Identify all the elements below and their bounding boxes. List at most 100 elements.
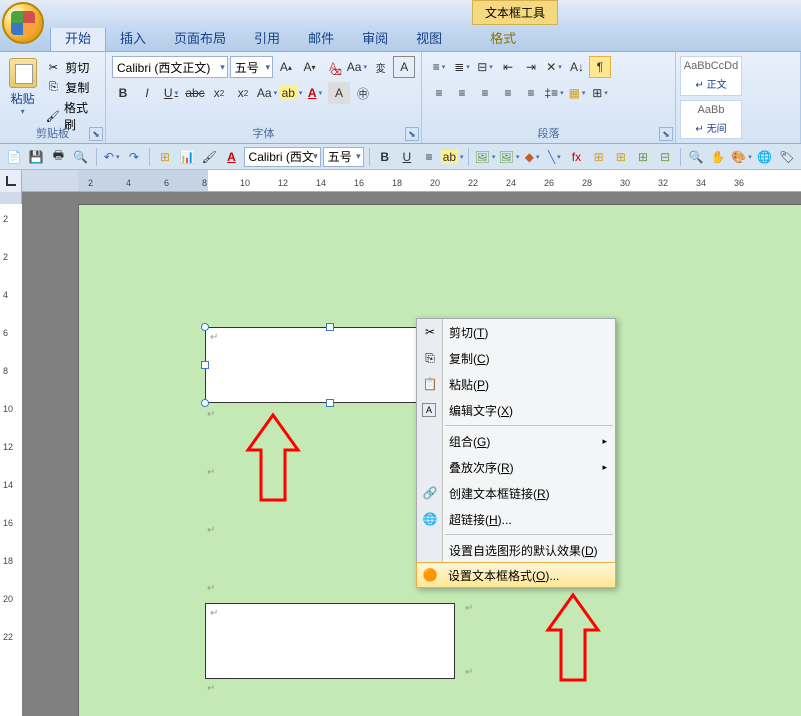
tab-insert[interactable]: 插入 bbox=[106, 24, 160, 51]
tab-mailings[interactable]: 邮件 bbox=[294, 24, 348, 51]
qat-hand-icon[interactable]: ✋ bbox=[708, 146, 728, 168]
cm-create-link[interactable]: 🔗 创建文本框链接(R) bbox=[417, 480, 615, 506]
align-right-button[interactable]: ≡ bbox=[474, 82, 496, 104]
change-case-button[interactable]: Aa bbox=[346, 56, 368, 78]
increase-indent-button[interactable]: ⇥ bbox=[520, 56, 542, 78]
qat-grid-4[interactable]: ⊟ bbox=[655, 146, 675, 168]
qat-preview-icon[interactable]: 🔍 bbox=[71, 146, 91, 168]
qat-painter-icon[interactable]: 🖌 bbox=[199, 146, 219, 168]
qat-globe-icon[interactable]: 🌐 bbox=[754, 146, 774, 168]
document-scroll[interactable]: ↵ ↵ ↵ ↵ ↵ ↵ ↵ ↵ ↵ bbox=[22, 192, 801, 716]
align-left-button[interactable]: ≡ bbox=[428, 82, 450, 104]
char-border-button[interactable]: A bbox=[393, 56, 415, 78]
tab-view[interactable]: 视图 bbox=[402, 24, 456, 51]
qat-shape[interactable]: ◆ bbox=[522, 146, 542, 168]
cm-cut[interactable]: ✂ 剪切(T) bbox=[417, 319, 615, 345]
multilevel-button[interactable]: ⊟ bbox=[474, 56, 496, 78]
copy-button[interactable]: ⎘ 复制 bbox=[43, 78, 99, 97]
style-normal[interactable]: AaBbCcDd ↵ 正文 bbox=[680, 56, 742, 96]
qat-undo-button[interactable]: ↶ bbox=[102, 146, 122, 168]
tab-selector[interactable] bbox=[0, 170, 22, 192]
office-button[interactable] bbox=[2, 2, 44, 44]
phonetic-button[interactable]: 変 bbox=[370, 56, 392, 78]
strike-button[interactable]: abc bbox=[184, 82, 206, 104]
underline-button[interactable]: U bbox=[160, 82, 182, 104]
tab-review[interactable]: 审阅 bbox=[348, 24, 402, 51]
clear-format-button[interactable]: A⌫ bbox=[322, 56, 344, 78]
tab-format[interactable]: 格式 bbox=[476, 24, 530, 51]
text-effects-button[interactable]: Aa bbox=[256, 82, 278, 104]
char-shading-button[interactable]: A bbox=[328, 82, 350, 104]
cm-edit-text[interactable]: A 编辑文字(X) bbox=[417, 397, 615, 423]
shrink-font-button[interactable]: A▾ bbox=[299, 56, 321, 78]
grow-font-button[interactable]: A▴ bbox=[275, 56, 297, 78]
vertical-ruler[interactable]: 2246810121416182022 bbox=[0, 204, 22, 716]
font-dialog-launcher[interactable]: ⬊ bbox=[405, 127, 419, 141]
numbering-button[interactable]: ≣ bbox=[451, 56, 473, 78]
tab-page-layout[interactable]: 页面布局 bbox=[160, 24, 240, 51]
cm-copy[interactable]: ⎘ 复制(C) bbox=[417, 345, 615, 371]
qat-image-2[interactable]: 🖼 bbox=[498, 146, 520, 168]
tab-references[interactable]: 引用 bbox=[240, 24, 294, 51]
qat-highlight[interactable]: ab bbox=[441, 146, 463, 168]
qat-redo-button[interactable]: ↷ bbox=[124, 146, 144, 168]
resize-handle-nw[interactable] bbox=[201, 323, 209, 331]
qat-grid-2[interactable]: ⊞ bbox=[611, 146, 631, 168]
qat-image-1[interactable]: 🖼 bbox=[474, 146, 496, 168]
resize-handle-s[interactable] bbox=[326, 399, 334, 407]
qat-align[interactable]: ≡ bbox=[419, 146, 439, 168]
bold-button[interactable]: B bbox=[112, 82, 134, 104]
paste-button[interactable]: 粘贴 ▾ bbox=[6, 54, 39, 116]
cm-paste[interactable]: 📋 粘贴(P) bbox=[417, 371, 615, 397]
cm-group[interactable]: 组合(G)▸ bbox=[417, 428, 615, 454]
subscript-button[interactable]: x2 bbox=[208, 82, 230, 104]
qat-print-icon[interactable]: 🖶 bbox=[48, 146, 68, 168]
horizontal-ruler[interactable]: 24681012141618202224262830323436 bbox=[78, 170, 801, 191]
bullets-button[interactable]: ≡ bbox=[428, 56, 450, 78]
qat-table-icon[interactable]: ⊞ bbox=[155, 146, 175, 168]
align-center-button[interactable]: ≡ bbox=[451, 82, 473, 104]
enclose-char-button[interactable]: ㊥ bbox=[352, 82, 374, 104]
font-color-button[interactable]: A bbox=[304, 82, 326, 104]
line-spacing-button[interactable]: ‡≡ bbox=[543, 82, 565, 104]
qat-zoom-icon[interactable]: 🔍 bbox=[686, 146, 706, 168]
qat-line[interactable]: ╲ bbox=[544, 146, 564, 168]
cm-format-textbox[interactable]: 🟠 设置文本框格式(O)... bbox=[416, 562, 616, 588]
show-marks-button[interactable]: ¶ bbox=[589, 56, 611, 78]
distribute-button[interactable]: ≡ bbox=[520, 82, 542, 104]
borders-button[interactable]: ⊞ bbox=[589, 82, 611, 104]
qat-font-color-icon[interactable]: A bbox=[221, 146, 241, 168]
qat-underline[interactable]: U bbox=[397, 146, 417, 168]
italic-button[interactable]: I bbox=[136, 82, 158, 104]
qat-save-icon[interactable]: 💾 bbox=[26, 146, 46, 168]
qat-grid-1[interactable]: ⊞ bbox=[589, 146, 609, 168]
superscript-button[interactable]: x2 bbox=[232, 82, 254, 104]
resize-handle-w[interactable] bbox=[201, 361, 209, 369]
cm-order[interactable]: 叠放次序(R)▸ bbox=[417, 454, 615, 480]
decrease-indent-button[interactable]: ⇤ bbox=[497, 56, 519, 78]
qat-chart-icon[interactable]: 📊 bbox=[177, 146, 197, 168]
style-no-spacing[interactable]: AaBb ↵ 无间 bbox=[680, 100, 742, 140]
qat-color-icon[interactable]: 🎨 bbox=[730, 146, 752, 168]
textbox-2[interactable]: ↵ bbox=[205, 603, 455, 679]
resize-handle-sw[interactable] bbox=[201, 399, 209, 407]
cm-hyperlink[interactable]: 🌐 超链接(H)... bbox=[417, 506, 615, 532]
qat-new-icon[interactable]: 📄 bbox=[4, 146, 24, 168]
paragraph-dialog-launcher[interactable]: ⬊ bbox=[659, 127, 673, 141]
qat-bold[interactable]: B bbox=[375, 146, 395, 168]
qat-font-combo[interactable]: Calibri (西文 bbox=[244, 147, 321, 167]
qat-size-combo[interactable]: 五号 bbox=[323, 147, 364, 167]
qat-fx[interactable]: fx bbox=[566, 146, 586, 168]
font-name-combo[interactable]: Calibri (西文正文) bbox=[112, 56, 228, 78]
sort-button[interactable]: A↓ bbox=[566, 56, 588, 78]
shading-button[interactable]: ▦ bbox=[566, 82, 588, 104]
qat-tag-icon[interactable]: 🏷 bbox=[777, 146, 797, 168]
highlight-button[interactable]: ab bbox=[280, 82, 302, 104]
clipboard-dialog-launcher[interactable]: ⬊ bbox=[89, 127, 103, 141]
cm-set-default[interactable]: 设置自选图形的默认效果(D) bbox=[417, 537, 615, 563]
asian-layout-button[interactable]: ✕ bbox=[543, 56, 565, 78]
qat-grid-3[interactable]: ⊞ bbox=[633, 146, 653, 168]
resize-handle-n[interactable] bbox=[326, 323, 334, 331]
font-size-combo[interactable]: 五号 bbox=[230, 56, 273, 78]
justify-button[interactable]: ≡ bbox=[497, 82, 519, 104]
